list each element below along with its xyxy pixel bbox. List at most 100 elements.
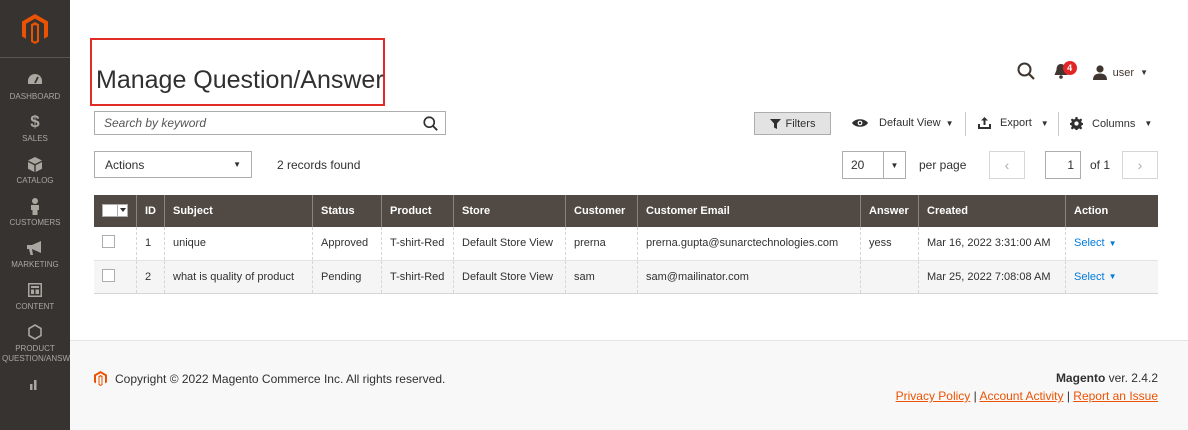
chevron-down-icon: ▼ bbox=[1144, 119, 1153, 128]
view-label: Default View bbox=[879, 117, 941, 129]
copyright-text: Copyright © 2022 Magento Commerce Inc. A… bbox=[115, 371, 446, 386]
mass-select-header[interactable] bbox=[94, 195, 137, 227]
cell-store: Default Store View bbox=[453, 227, 566, 261]
prev-page-button[interactable]: ‹ bbox=[989, 151, 1025, 179]
sidebar-item-content[interactable]: CONTENT bbox=[0, 280, 70, 312]
sidebar-item-label: SALES bbox=[22, 134, 48, 143]
cell-product: T-shirt-Red bbox=[381, 227, 454, 261]
cell-customer: sam bbox=[565, 260, 638, 294]
cell-store: Default Store View bbox=[453, 260, 566, 294]
filters-button[interactable]: Filters bbox=[754, 112, 831, 135]
sidebar-item-label: CUSTOMERS bbox=[9, 218, 61, 227]
column-header-id[interactable]: ID bbox=[136, 195, 165, 227]
sidebar-item-dashboard[interactable]: DASHBOARD bbox=[0, 70, 70, 102]
per-page-select[interactable]: 20 ▼ bbox=[842, 151, 906, 179]
user-account-menu[interactable]: user ▼ bbox=[1092, 65, 1148, 80]
sidebar-item-product-qa[interactable]: PRODUCT QUESTION/ANSWER bbox=[0, 322, 82, 364]
user-icon bbox=[1092, 65, 1107, 80]
column-header-customer-email[interactable]: Customer Email bbox=[637, 195, 861, 227]
sidebar-item-label: CONTENT bbox=[15, 302, 55, 311]
view-switcher[interactable]: Default View ▼ bbox=[852, 117, 953, 129]
page-footer: Copyright © 2022 Magento Commerce Inc. A… bbox=[70, 340, 1188, 430]
sidebar-item-marketing[interactable]: MARKETING bbox=[0, 238, 70, 270]
notification-count-badge: 4 bbox=[1062, 60, 1077, 75]
sidebar-item-label: MARKETING bbox=[11, 260, 59, 269]
chevron-down-icon: ▼ bbox=[1140, 68, 1148, 77]
gear-icon bbox=[1070, 117, 1083, 130]
column-header-status[interactable]: Status bbox=[312, 195, 382, 227]
admin-sidebar: DASHBOARD $ SALES CATALOG CUSTOMERS MARK… bbox=[0, 0, 82, 430]
account-activity-link[interactable]: Account Activity bbox=[979, 389, 1063, 403]
cell-customer: prerna bbox=[565, 227, 638, 261]
chevron-left-icon: ‹ bbox=[1004, 157, 1010, 173]
page-total: of 1 bbox=[1090, 158, 1111, 172]
actions-label: Actions bbox=[105, 157, 145, 172]
user-name: user bbox=[1112, 66, 1135, 79]
funnel-icon bbox=[769, 118, 781, 129]
notifications-button[interactable]: 4 bbox=[1053, 60, 1077, 83]
export-button[interactable]: Export ▼ bbox=[978, 117, 1049, 129]
chevron-down-icon: ▼ bbox=[945, 118, 954, 128]
cell-status: Approved bbox=[312, 227, 382, 261]
mass-actions-dropdown[interactable]: Actions ▼ bbox=[94, 151, 252, 178]
column-header-customer[interactable]: Customer bbox=[565, 195, 638, 227]
table-row: 1 unique Approved T-shirt-Red Default St… bbox=[94, 227, 1158, 261]
cell-subject: unique bbox=[164, 227, 313, 261]
sidebar-item-customers[interactable]: CUSTOMERS bbox=[0, 196, 70, 228]
dashboard-icon bbox=[25, 70, 45, 90]
cell-product: T-shirt-Red bbox=[381, 260, 454, 294]
chevron-down-icon: ▼ bbox=[1108, 238, 1117, 248]
column-header-answer[interactable]: Answer bbox=[860, 195, 919, 227]
cell-created: Mar 25, 2022 7:08:08 AM bbox=[918, 260, 1066, 294]
chevron-right-icon: › bbox=[1137, 157, 1143, 173]
mass-select-checkbox[interactable] bbox=[102, 203, 128, 217]
sidebar-item-reports[interactable] bbox=[0, 374, 70, 396]
row-checkbox[interactable] bbox=[102, 268, 115, 282]
search-icon[interactable] bbox=[415, 115, 445, 131]
dollar-icon: $ bbox=[30, 112, 40, 131]
row-action-select[interactable]: Select ▼ bbox=[1074, 237, 1117, 249]
keyword-search bbox=[94, 111, 446, 135]
layout-icon bbox=[25, 280, 45, 300]
column-header-subject[interactable]: Subject bbox=[164, 195, 313, 227]
privacy-policy-link[interactable]: Privacy Policy bbox=[896, 389, 971, 403]
eye-icon bbox=[852, 119, 868, 127]
version-brand: Magento bbox=[1055, 371, 1106, 385]
sidebar-item-catalog[interactable]: CATALOG bbox=[0, 154, 70, 186]
page-number-input[interactable]: 1 bbox=[1045, 151, 1081, 179]
columns-button[interactable]: Columns ▼ bbox=[1070, 117, 1152, 130]
header-actions: 4 user ▼ bbox=[1017, 60, 1148, 83]
sidebar-item-sales[interactable]: $ SALES bbox=[0, 112, 70, 144]
cell-subject: what is quality of product bbox=[164, 260, 313, 294]
column-header-created[interactable]: Created bbox=[918, 195, 1066, 227]
action-select-label: Select bbox=[1074, 237, 1105, 250]
cell-answer: yess bbox=[860, 227, 919, 261]
sidebar-item-label: PRODUCT QUESTION/ANSWER bbox=[2, 344, 82, 363]
cell-status: Pending bbox=[312, 260, 382, 294]
column-header-store[interactable]: Store bbox=[453, 195, 566, 227]
copyright: Copyright © 2022 Magento Commerce Inc. A… bbox=[94, 371, 445, 386]
cell-answer bbox=[860, 260, 919, 294]
search-input[interactable] bbox=[95, 116, 415, 130]
report-issue-link[interactable]: Report an Issue bbox=[1073, 389, 1158, 403]
magento-logo-icon bbox=[22, 13, 48, 44]
row-action-select[interactable]: Select ▼ bbox=[1074, 271, 1117, 283]
footer-links: Privacy Policy | Account Activity | Repo… bbox=[896, 389, 1158, 403]
next-page-button[interactable]: › bbox=[1122, 151, 1158, 179]
magento-logo-icon bbox=[94, 371, 107, 386]
chevron-down-icon: ▼ bbox=[883, 152, 905, 178]
questions-grid: ID Subject Status Product Store Customer… bbox=[94, 195, 1158, 294]
cell-action: Select ▼ bbox=[1065, 227, 1158, 261]
chevron-down-icon: ▼ bbox=[1040, 118, 1049, 128]
per-page-label: per page bbox=[919, 158, 967, 172]
row-checkbox-cell bbox=[94, 227, 137, 261]
cell-created: Mar 16, 2022 3:31:00 AM bbox=[918, 227, 1066, 261]
column-header-product[interactable]: Product bbox=[381, 195, 454, 227]
toolbar-divider bbox=[965, 112, 966, 136]
chevron-down-icon: ▼ bbox=[233, 160, 241, 169]
global-search-icon[interactable] bbox=[1017, 62, 1035, 83]
version-number: ver. 2.4.2 bbox=[1108, 371, 1158, 385]
magento-logo[interactable] bbox=[0, 0, 70, 58]
row-checkbox[interactable] bbox=[102, 235, 115, 249]
chevron-down-icon bbox=[117, 204, 127, 216]
